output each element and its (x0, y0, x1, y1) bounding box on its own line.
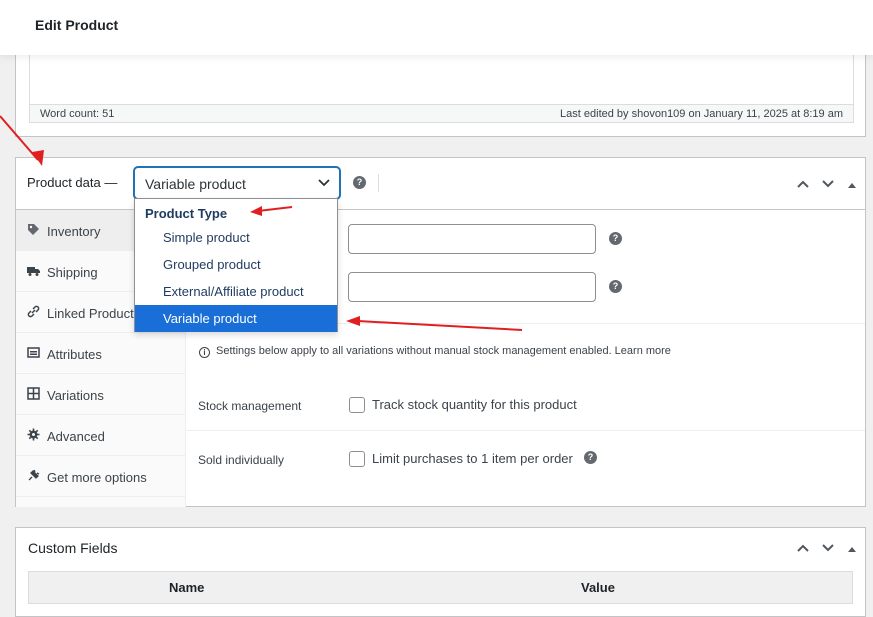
help-icon[interactable]: ? (609, 280, 622, 293)
dropdown-group-label: Product Type (145, 206, 228, 221)
sold-individually-label: Sold individually (198, 453, 285, 467)
custom-fields-table-header: Name Value (28, 571, 853, 604)
notice-text: Settings below apply to all variations w… (216, 345, 671, 357)
stock-management-label: Stock management (198, 399, 302, 413)
move-up-icon[interactable] (796, 541, 810, 556)
tag-icon (28, 224, 39, 235)
option-variable-product[interactable]: Variable product (135, 305, 337, 332)
tab-label: Linked Products (47, 306, 141, 321)
column-name: Name (169, 580, 205, 595)
tab-label: Get more options (47, 470, 147, 485)
editor-status-bar: Word count: 51 Last edited by shovon109 … (30, 104, 853, 122)
help-icon[interactable]: ? (353, 176, 366, 189)
tab-label: Inventory (47, 224, 101, 239)
move-down-icon[interactable] (821, 541, 835, 556)
help-icon[interactable]: ? (584, 451, 597, 464)
word-count: Word count: 51 (40, 108, 115, 120)
editor-area[interactable]: Word count: 51 Last edited by shovon109 … (29, 55, 854, 123)
column-value: Value (581, 580, 615, 595)
help-icon[interactable]: ? (609, 232, 622, 245)
product-data-label: Product data — (27, 175, 118, 190)
chevron-down-icon (318, 179, 330, 187)
tab-label: Variations (47, 388, 104, 403)
stock-management-checkbox[interactable] (349, 397, 365, 413)
link-icon (27, 305, 40, 318)
list-icon (27, 347, 40, 358)
tab-label: Shipping (47, 265, 98, 280)
separator (378, 174, 379, 192)
move-up-icon[interactable] (796, 177, 810, 192)
page-title: Edit Product (35, 17, 119, 33)
tab-get-more-options[interactable]: Get more options (16, 456, 185, 497)
option-simple-product[interactable]: Simple product (135, 224, 337, 251)
tab-variations[interactable]: Variations (16, 374, 185, 415)
tab-label: Attributes (47, 347, 102, 362)
option-grouped-product[interactable]: Grouped product (135, 251, 337, 278)
sold-individually-checkbox-label[interactable]: Limit purchases to 1 item per order (372, 451, 573, 466)
editor-box: Word count: 51 Last edited by shovon109 … (15, 55, 866, 137)
tab-advanced[interactable]: Advanced (16, 415, 185, 456)
product-type-value: Variable product (145, 176, 246, 192)
product-type-dropdown: Product Type Simple product Grouped prod… (134, 198, 338, 332)
plugin-icon (28, 469, 40, 481)
option-external-affiliate-product[interactable]: External/Affiliate product (135, 278, 337, 305)
box-controls (788, 176, 857, 192)
info-icon: i (199, 347, 210, 358)
grid-icon (27, 387, 40, 400)
sku-input[interactable] (348, 224, 596, 254)
divider (186, 430, 865, 431)
tab-attributes[interactable]: Attributes (16, 333, 185, 374)
move-down-icon[interactable] (821, 177, 835, 192)
top-bar: Edit Product (0, 0, 873, 55)
custom-fields-box: Custom Fields Name Value (15, 527, 866, 617)
gtin-input[interactable] (348, 272, 596, 302)
sold-individually-checkbox[interactable] (349, 451, 365, 467)
last-edited: Last edited by shovon109 on January 11, … (560, 108, 843, 120)
collapse-icon[interactable] (847, 541, 857, 556)
stock-management-checkbox-label[interactable]: Track stock quantity for this product (372, 397, 577, 412)
truck-icon (27, 267, 40, 276)
variations-notice: i Settings below apply to all variations … (199, 345, 671, 358)
custom-fields-title: Custom Fields (28, 540, 118, 556)
gear-icon (27, 428, 40, 441)
box-controls (788, 540, 857, 556)
product-type-select[interactable]: Variable product (134, 167, 340, 199)
tab-label: Advanced (47, 429, 105, 444)
collapse-icon[interactable] (847, 177, 857, 192)
